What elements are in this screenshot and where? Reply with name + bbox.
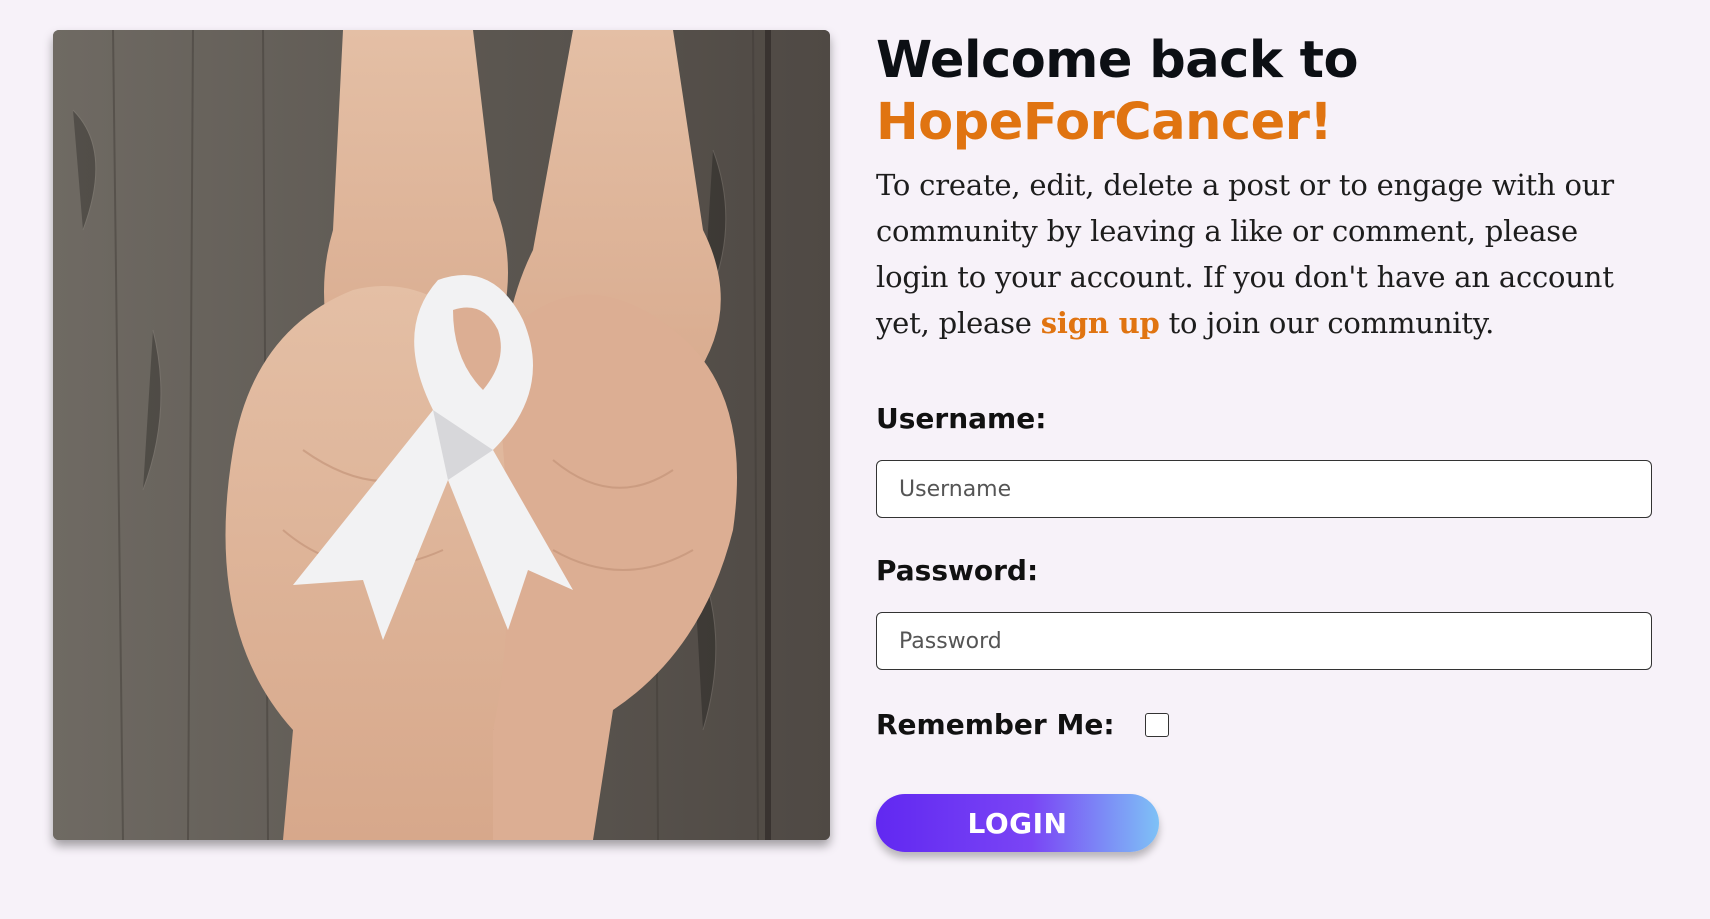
- page-title: Welcome back to HopeForCancer!: [876, 30, 1656, 154]
- intro-text-after: to join our community.: [1159, 306, 1495, 340]
- username-input[interactable]: [876, 460, 1652, 518]
- remember-me-checkbox[interactable]: [1144, 712, 1169, 737]
- sign-up-link[interactable]: sign up: [1041, 306, 1160, 340]
- password-input[interactable]: [876, 612, 1652, 670]
- password-label: Password:: [876, 554, 1039, 587]
- login-panel: Welcome back to HopeForCancer! To create…: [876, 30, 1656, 852]
- title-line-welcome: Welcome back to: [876, 31, 1359, 90]
- intro-text: To create, edit, delete a post or to eng…: [876, 162, 1656, 346]
- title-line-brand: HopeForCancer!: [876, 93, 1333, 152]
- remember-me-row: Remember Me:: [876, 708, 1169, 741]
- ribbon-hands-illustration: [53, 30, 830, 840]
- remember-me-label: Remember Me:: [876, 708, 1115, 741]
- login-button[interactable]: LOGIN: [876, 794, 1159, 852]
- username-label: Username:: [876, 402, 1047, 435]
- hero-image: [53, 30, 830, 840]
